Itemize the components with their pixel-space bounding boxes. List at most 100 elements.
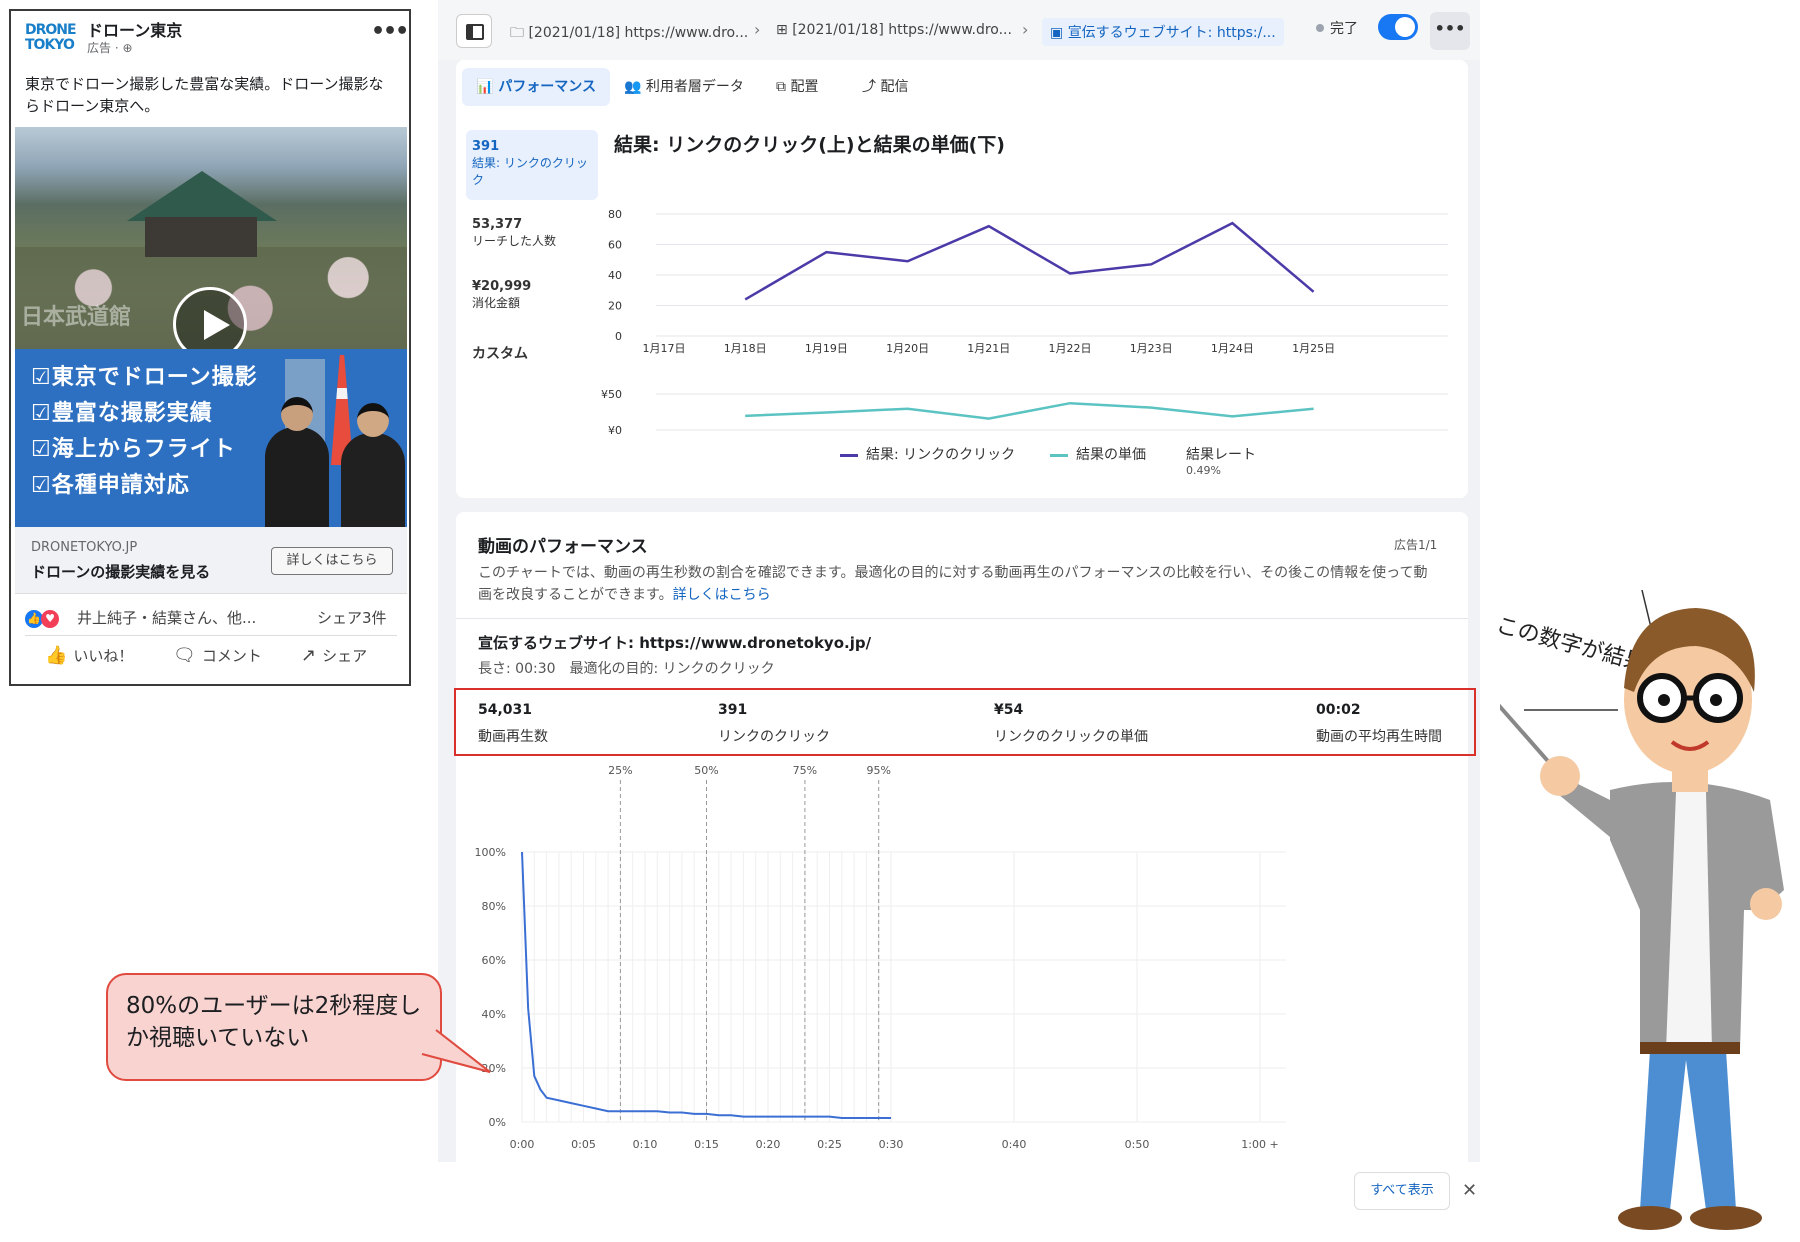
more-options-icon[interactable]: ••• xyxy=(371,19,409,44)
quartile-label: 95% xyxy=(866,764,890,777)
more-button[interactable]: ••• xyxy=(1430,12,1470,50)
metric-value: 391 xyxy=(472,139,500,154)
sidebar-toggle-button[interactable] xyxy=(456,14,492,48)
y-tick-label: 60 xyxy=(608,239,622,252)
learn-more-link[interactable]: 詳しくはこちら xyxy=(673,587,771,603)
person-photo xyxy=(341,403,405,527)
y-tick-label: ¥50 xyxy=(601,388,622,401)
legend-rate[interactable]: 結果レート 0.49% xyxy=(1186,444,1256,477)
page-logo[interactable]: DRONE TOKYO xyxy=(25,23,77,59)
x-tick-label: 0:10 xyxy=(633,1138,658,1151)
breadcrumb-adset[interactable]: ⊞ [2021/01/18] https://www.dro... xyxy=(776,22,1012,38)
metric-custom[interactable]: カスタム xyxy=(466,346,610,363)
link-preview-bar[interactable]: DRONETOKYO.JP ドローンの撮影実績を見る 詳しくはこちら xyxy=(15,527,407,594)
chevron-right-icon: › xyxy=(1022,20,1029,39)
legend-swatch xyxy=(840,453,858,457)
reaction-names[interactable]: 井上純子・結葉さん、他... xyxy=(77,607,256,628)
status-dot xyxy=(1316,24,1324,32)
x-tick-label: 0:05 xyxy=(571,1138,596,1151)
chevron-right-icon: › xyxy=(754,20,761,39)
legend-swatch xyxy=(1050,453,1068,457)
thumbs-up-icon: 👍 xyxy=(45,645,68,666)
metric-label: 消化金額 xyxy=(472,296,521,310)
placement-icon: ⧉ xyxy=(776,79,791,95)
overlay-line: ☑東京でドローン撮影 xyxy=(31,365,258,390)
legend-clicks[interactable]: 結果: リンクのクリック xyxy=(840,444,1015,464)
metric-spend[interactable]: ¥20,999 消化金額 xyxy=(466,278,610,312)
cost-series-line xyxy=(745,401,1314,420)
y-tick-label: 100% xyxy=(475,846,506,859)
globe-icon: ⊕ xyxy=(122,41,133,55)
performance-card: 📊 パフォーマンス 👥 利用者層データ ⧉ 配置 ⤴ 配信 391 結果: リン… xyxy=(456,60,1468,498)
x-tick-label: 0:30 xyxy=(879,1138,904,1151)
ad-toggle[interactable] xyxy=(1378,14,1418,40)
video-meta: 長さ: 00:30 最適化の目的: リンクのクリック xyxy=(478,661,775,677)
comment-button[interactable]: 🗨 コメント xyxy=(173,645,262,666)
legend-rate-value: 0.49% xyxy=(1186,464,1221,477)
y-tick-label: 0 xyxy=(615,330,622,343)
page-name[interactable]: ドローン東京 xyxy=(87,17,182,41)
quartile-label: 75% xyxy=(793,764,817,777)
y-tick-label: ¥0 xyxy=(608,424,622,437)
teacher-illustration xyxy=(1500,589,1784,1230)
like-button[interactable]: 👍 いいね！ xyxy=(45,645,133,666)
metric-link-clicks[interactable]: 391 結果: リンクのクリック xyxy=(466,130,598,200)
tab-performance[interactable]: 📊 パフォーマンス xyxy=(462,68,611,106)
quartile-label: 25% xyxy=(608,764,632,777)
learn-more-button[interactable]: 詳しくはこちら xyxy=(271,547,393,575)
toolbar: 🗀 [2021/01/18] https://www.dro... › ⊞ [2… xyxy=(438,0,1480,60)
performance-chart: 0 20 40 60 80 1月17日 1月18日 1月19日 1月20日 1月21日 1月22日… xyxy=(601,208,1448,437)
section-description: このチャートでは、動画の再生秒数の割合を確認できます。最適化の目的に対する動画再… xyxy=(478,565,1428,603)
ad-video[interactable]: 日本武道館 ☑東京でドローン撮影 ☑豊富な撮影実績 ☑海上からフライト ☑各種申… xyxy=(15,127,407,527)
breadcrumb-ad[interactable]: ▣ 宣伝するウェブサイト: https:/... xyxy=(1042,18,1284,46)
bar-chart-icon: 📊 xyxy=(476,79,499,95)
tab-delivery[interactable]: ⤴ 配信 xyxy=(848,68,922,106)
x-tick-label: 1:00 + xyxy=(1241,1138,1278,1151)
divider xyxy=(456,618,1468,619)
video-performance-card: 動画のパフォーマンス 広告1/1 このチャートでは、動画の再生秒数の割合を確認で… xyxy=(456,512,1468,1162)
grid-icon: ⊞ xyxy=(776,22,793,38)
tab-demographics[interactable]: 👥 利用者層データ xyxy=(610,68,758,106)
x-tick-label: 1月18日 xyxy=(724,342,767,355)
retention-chart: 25% 50% 75% 95% 0%20%40%60%80%100% 0:00 0:05… xyxy=(475,764,1286,1151)
share-icon: ↗ xyxy=(301,645,317,666)
share-count[interactable]: シェア3件 xyxy=(317,607,387,628)
x-tick-label: 1月24日 xyxy=(1211,342,1254,355)
link-headline: ドローンの撮影実績を見る xyxy=(31,563,211,581)
ads-manager-panel: 🗀 [2021/01/18] https://www.dro... › ⊞ [2… xyxy=(438,0,1480,1162)
divider xyxy=(25,635,397,636)
y-tick-label: 0% xyxy=(489,1116,506,1129)
metric-value: ¥20,999 xyxy=(472,279,532,294)
y-tick-label: 60% xyxy=(482,954,506,967)
link-domain: DRONETOKYO.JP xyxy=(31,540,138,555)
x-tick-label: 1月17日 xyxy=(643,342,686,355)
ad-name: 宣伝するウェブサイト: https://www.dronetokyo.jp/ xyxy=(478,634,872,652)
sponsored-label: 広告 · ⊕ xyxy=(87,41,133,55)
ad-count: 広告1/1 xyxy=(1394,538,1438,552)
legend-cost[interactable]: 結果の単価 xyxy=(1050,444,1146,464)
logo-text-bottom: TOKYO xyxy=(25,37,75,53)
budokan-building xyxy=(145,217,257,257)
people-icon: 👥 xyxy=(624,79,646,95)
photo-caption: 日本武道館 xyxy=(21,305,132,330)
close-icon[interactable]: ✕ xyxy=(1462,1180,1477,1201)
x-tick-label: 1月20日 xyxy=(886,342,929,355)
delivery-icon: ⤴ xyxy=(862,79,881,95)
breadcrumb-campaign[interactable]: 🗀 [2021/01/18] https://www.dro... xyxy=(510,22,748,46)
y-tick-label: 20 xyxy=(608,300,622,313)
y-tick-label: 80% xyxy=(482,900,506,913)
clicks-series-line xyxy=(744,221,1315,301)
show-all-button[interactable]: すべて表示 xyxy=(1354,1172,1450,1210)
tab-placement[interactable]: ⧉ 配置 xyxy=(762,68,832,106)
metric-reach[interactable]: 53,377 リーチした人数 xyxy=(466,216,610,250)
share-button[interactable]: ↗ シェア xyxy=(301,645,367,666)
x-tick-label: 1月23日 xyxy=(1130,342,1173,355)
x-tick-label: 0:20 xyxy=(756,1138,781,1151)
x-tick-label: 0:15 xyxy=(694,1138,719,1151)
highlight-frame xyxy=(454,688,1476,756)
reaction-icons[interactable]: 👍 ♥ xyxy=(25,607,59,628)
metric-label: リーチした人数 xyxy=(472,234,557,248)
facebook-ad-preview: DRONE TOKYO ドローン東京 広告 · ⊕ ••• 東京でドローン撮影し… xyxy=(9,9,411,686)
metric-label: カスタム xyxy=(472,346,528,362)
section-title: 動画のパフォーマンス xyxy=(478,537,648,557)
